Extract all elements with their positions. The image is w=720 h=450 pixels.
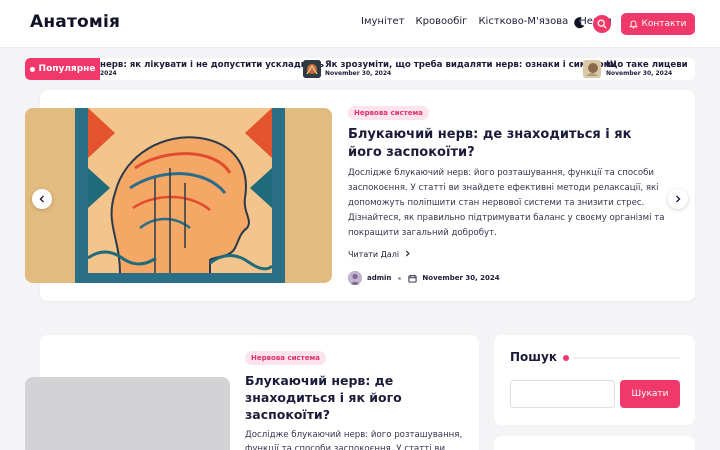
meta-separator	[398, 276, 402, 280]
author-name[interactable]: admin	[367, 274, 391, 282]
category-badge[interactable]: Нервова система	[348, 106, 429, 120]
site-header: Анатомія Імунітет Кровообіг Кістково-М'я…	[0, 0, 720, 48]
ticker-item-date: November 30, 2024	[606, 70, 673, 77]
widget-title-divider	[573, 357, 680, 359]
nav-item-circulation[interactable]: Кровообіг	[416, 16, 468, 27]
read-more-label: Читати Далі	[348, 250, 400, 259]
ticker-item-title: нерв: як лікувати і не допустити ускладн…	[100, 60, 324, 70]
ticker-item-title: Як зрозуміти, що треба видаляти нерв: оз…	[325, 60, 617, 70]
slider-prev-button[interactable]	[32, 189, 52, 209]
post-excerpt: Дослідже блукаючий нерв: його розташуван…	[245, 430, 463, 450]
search-submit-button[interactable]: Шукати	[620, 380, 680, 408]
widget-title-dot	[563, 355, 569, 361]
slider-next-button[interactable]	[668, 189, 688, 209]
ticker-item-title: Що таке лицеви	[606, 60, 688, 70]
search-icon	[597, 19, 607, 29]
ticker-thumbnail[interactable]	[583, 60, 601, 78]
ticker-item[interactable]: нерв: як лікувати і не допустити ускладн…	[100, 60, 324, 78]
category-badge[interactable]: Нервова система	[245, 351, 326, 365]
ticker-label: Популярне	[25, 58, 100, 80]
featured-post-title[interactable]: Блукаючий нерв: де знаходиться і як його…	[348, 126, 668, 162]
nav-item-immunity[interactable]: Імунітет	[361, 16, 405, 27]
author-avatar[interactable]	[348, 271, 362, 285]
live-dot-icon	[29, 66, 35, 72]
ticker-label-text: Популярне	[38, 64, 96, 74]
widget-title: Пошук	[510, 350, 557, 364]
ticker-item[interactable]: Що таке лицеви November 30, 2024	[606, 60, 688, 78]
sidebar-widget	[494, 436, 695, 450]
chevron-right-icon	[676, 195, 681, 203]
chevron-right-icon	[405, 250, 410, 257]
post-meta: admin November 30, 2024	[348, 271, 500, 285]
post-date[interactable]: November 30, 2024	[422, 274, 499, 282]
post-title[interactable]: Блукаючий нерв: де знаходиться і як його…	[245, 372, 465, 423]
read-more-link[interactable]: Читати Далі	[348, 250, 411, 259]
ticker-thumbnail[interactable]	[303, 60, 321, 78]
chevron-left-icon	[39, 195, 44, 203]
ticker-item-date: 2024	[100, 70, 117, 77]
post-image[interactable]	[25, 377, 230, 450]
header-search-button[interactable]	[593, 15, 611, 33]
bell-icon	[629, 19, 639, 29]
featured-post-excerpt: Дослідже блукаючий нерв: його розташуван…	[348, 168, 665, 238]
moon-icon[interactable]	[572, 16, 586, 30]
calendar-icon	[408, 274, 417, 283]
featured-post-image[interactable]	[25, 108, 332, 283]
ticker-item[interactable]: Як зрозуміти, що треба видаляти нерв: оз…	[325, 60, 617, 78]
search-input[interactable]	[510, 380, 615, 408]
ticker-item-date: November 30, 2024	[325, 70, 392, 77]
popular-ticker: Популярне нерв: як лікувати і не допусти…	[25, 58, 695, 80]
nav-item-musculoskeletal[interactable]: Кістково-М'язова	[478, 16, 568, 27]
site-logo[interactable]: Анатомія	[30, 12, 120, 32]
contact-button-label: Контакти	[641, 19, 687, 29]
contact-button[interactable]: Контакти	[621, 13, 695, 35]
